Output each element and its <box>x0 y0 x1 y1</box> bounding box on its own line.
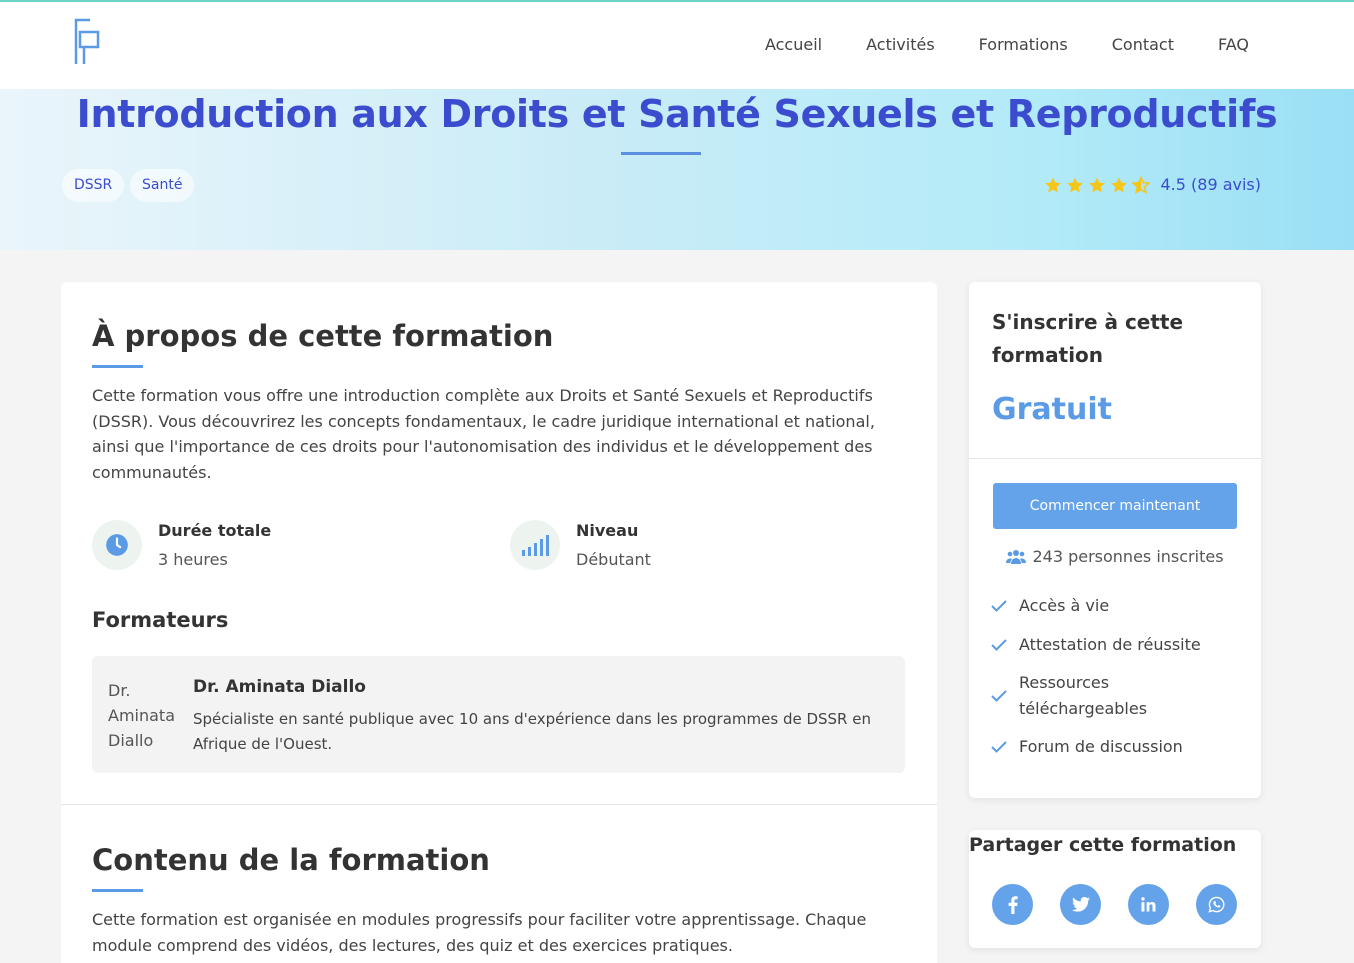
whatsapp-icon[interactable] <box>1196 884 1237 925</box>
star-icon <box>1111 177 1128 192</box>
site-header: Accueil Activités Formations Contact FAQ <box>0 2 1354 89</box>
enrolled-text: 243 personnes inscrites <box>1032 547 1224 566</box>
feature-item: Attestation de réussite <box>991 632 1201 658</box>
check-icon <box>991 741 1007 753</box>
star-half-icon <box>1132 175 1151 194</box>
feature-label: Attestation de réussite <box>1019 635 1201 654</box>
clock-icon <box>92 520 142 570</box>
title-underline <box>621 152 701 155</box>
content-underline <box>92 889 143 892</box>
twitter-icon[interactable] <box>1060 884 1101 925</box>
rating: 4.5 (89 avis) <box>1044 175 1261 194</box>
star-icon <box>1045 177 1062 192</box>
hero-banner: Introduction aux Droits et Santé Sexuels… <box>0 89 1354 250</box>
trainer-name: Dr. Aminata Diallo <box>193 677 366 697</box>
nav-faq[interactable]: FAQ <box>1218 35 1249 54</box>
feature-label: Forum de discussion <box>1019 737 1183 756</box>
rating-text: 4.5 (89 avis) <box>1160 175 1261 194</box>
level-value: Débutant <box>576 550 651 569</box>
trainer-card: Dr. Aminata Diallo Dr. Aminata Diallo Sp… <box>92 656 905 773</box>
about-description: Cette formation vous offre une introduct… <box>92 386 875 482</box>
level-info: Niveau Débutant <box>510 520 651 570</box>
logo[interactable] <box>72 18 102 66</box>
enroll-title: S'inscrire à cette formation <box>992 310 1184 367</box>
about-underline <box>92 365 143 368</box>
signal-bars-icon <box>510 520 560 570</box>
duration-value: 3 heures <box>158 550 228 569</box>
tag-sante[interactable]: Santé <box>130 169 195 202</box>
nav-contact[interactable]: Contact <box>1112 35 1174 54</box>
facebook-icon[interactable] <box>992 884 1033 925</box>
nav-formations[interactable]: Formations <box>979 35 1068 54</box>
share-card: Partager cette formation <box>969 830 1261 948</box>
section-divider <box>61 804 937 805</box>
main-nav: Accueil Activités Formations Contact FAQ <box>765 35 1249 54</box>
course-details-card: À propos de cette formation Cette format… <box>61 282 937 963</box>
trainer-bio: Spécialiste en santé publique avec 10 an… <box>193 710 871 753</box>
enroll-card: S'inscrire à cette formation Gratuit Com… <box>969 282 1261 798</box>
nav-activites[interactable]: Activités <box>866 35 935 54</box>
feature-label: Ressources téléchargeables <box>1019 673 1148 718</box>
feature-item: Forum de discussion <box>991 734 1183 760</box>
trainer-avatar: Dr. Aminata Diallo <box>108 681 175 750</box>
about-title: À propos de cette formation <box>92 319 554 353</box>
nav-accueil[interactable]: Accueil <box>765 35 822 54</box>
page-title: Introduction aux Droits et Santé Sexuels… <box>76 92 1278 136</box>
tag-dssr[interactable]: DSSR <box>62 169 125 202</box>
level-label: Niveau <box>576 521 639 540</box>
check-icon <box>991 600 1007 612</box>
star-icon <box>1067 177 1084 192</box>
start-now-button[interactable]: Commencer maintenant <box>993 483 1237 529</box>
trainers-title: Formateurs <box>92 608 229 632</box>
check-icon <box>991 690 1007 702</box>
feature-item: Ressources téléchargeables <box>991 670 1221 722</box>
check-icon <box>991 639 1007 651</box>
feature-label: Accès à vie <box>1019 596 1110 615</box>
star-icon <box>1089 177 1106 192</box>
duration-info: Durée totale 3 heures <box>92 520 271 570</box>
duration-label: Durée totale <box>158 521 272 540</box>
linkedin-icon[interactable] <box>1128 884 1169 925</box>
price: Gratuit <box>992 392 1112 427</box>
users-icon <box>1006 549 1027 564</box>
content-title: Contenu de la formation <box>92 843 490 877</box>
content-description: Cette formation est organisée en modules… <box>92 910 867 955</box>
share-title: Partager cette formation <box>969 834 1237 856</box>
enrolled-count: 243 personnes inscrites <box>969 547 1261 566</box>
feature-item: Accès à vie <box>991 593 1109 619</box>
enroll-divider <box>969 458 1261 459</box>
